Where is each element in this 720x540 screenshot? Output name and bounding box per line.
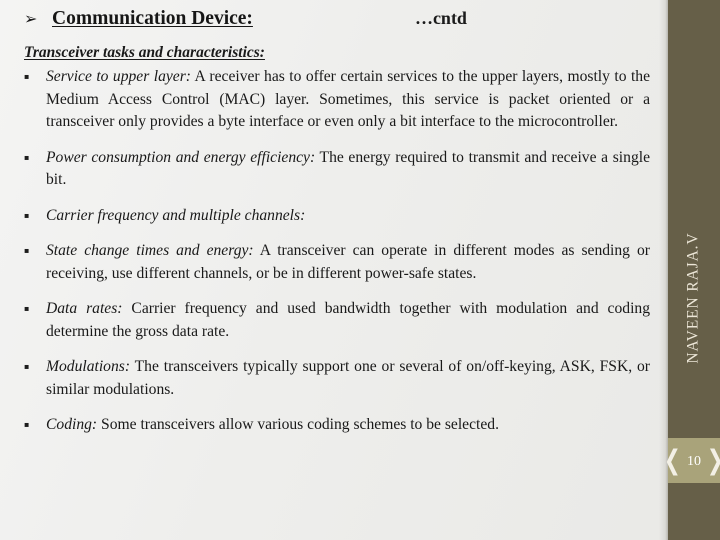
list-item-lead: Carrier frequency and multiple channels: bbox=[46, 206, 306, 224]
square-bullet-icon: ▪ bbox=[24, 304, 30, 313]
square-bullet-icon: ▪ bbox=[24, 210, 30, 220]
list-item-text: Carrier frequency and multiple channels: bbox=[46, 205, 650, 228]
list-item-lead: Service to upper layer: bbox=[46, 68, 191, 85]
square-bullet-icon: ▪ bbox=[24, 420, 30, 429]
list-item: ▪ Service to upper layer: A receiver has… bbox=[24, 66, 650, 134]
list-item: ▪ Carrier frequency and multiple channel… bbox=[24, 205, 650, 228]
list-item-lead: State change times and energy: bbox=[46, 242, 254, 259]
list-item-lead: Power consumption and energy efficiency: bbox=[46, 148, 316, 166]
list-item-text: Modulations: The transceivers typically … bbox=[46, 356, 650, 401]
list-item: ▪ Coding: Some transceivers allow variou… bbox=[24, 414, 650, 437]
list-item-rest: Some transceivers allow various coding s… bbox=[97, 416, 499, 433]
list-item: ▪ Data rates: Carrier frequency and used… bbox=[24, 298, 650, 343]
list-item-lead: Modulations: bbox=[46, 358, 131, 375]
list-item: ▪ State change times and energy: A trans… bbox=[24, 240, 650, 285]
page-number: 10 bbox=[687, 453, 701, 469]
page-title: Communication Device: bbox=[52, 8, 253, 29]
list-item-text: Power consumption and energy efficiency:… bbox=[46, 147, 650, 192]
list-item-text: Coding: Some transceivers allow various … bbox=[46, 414, 650, 437]
arrow-bullet-icon: ➢ bbox=[24, 9, 38, 28]
continued-label: …cntd bbox=[414, 8, 467, 28]
slide: ➢ Communication Device: …cntd Transceive… bbox=[0, 0, 720, 540]
list-item-text: Service to upper layer: A receiver has t… bbox=[46, 66, 650, 134]
page-number-badge: ❮ 10 ❯ bbox=[664, 438, 720, 483]
author-name: NAVEEN RAJA.V bbox=[685, 231, 702, 364]
bullet-list: ▪ Service to upper layer: A receiver has… bbox=[24, 66, 650, 450]
bracket-right-icon: ❯ bbox=[707, 447, 720, 474]
author-band: NAVEEN RAJA.V bbox=[668, 190, 720, 405]
list-item: ▪ Power consumption and energy efficienc… bbox=[24, 147, 650, 192]
square-bullet-icon: ▪ bbox=[24, 246, 30, 255]
slide-title-row: ➢ Communication Device: …cntd bbox=[24, 8, 650, 30]
list-item-lead: Coding: bbox=[46, 416, 98, 433]
list-item-text: Data rates: Carrier frequency and used b… bbox=[46, 298, 650, 343]
slide-content: ➢ Communication Device: …cntd Transceive… bbox=[0, 0, 660, 540]
bracket-left-icon: ❮ bbox=[664, 445, 682, 475]
list-item-rest: The transceivers typically support one o… bbox=[46, 358, 650, 398]
slide-subtitle: Transceiver tasks and characteristics: bbox=[24, 44, 265, 61]
list-item-text: State change times and energy: A transce… bbox=[46, 240, 650, 285]
list-item: ▪ Modulations: The transceivers typicall… bbox=[24, 356, 650, 401]
square-bullet-icon: ▪ bbox=[24, 362, 30, 371]
list-item-lead: Data rates: bbox=[46, 300, 123, 317]
square-bullet-icon: ▪ bbox=[24, 152, 30, 162]
list-item-rest: Carrier frequency and used bandwidth tog… bbox=[46, 300, 650, 340]
square-bullet-icon: ▪ bbox=[24, 72, 30, 81]
